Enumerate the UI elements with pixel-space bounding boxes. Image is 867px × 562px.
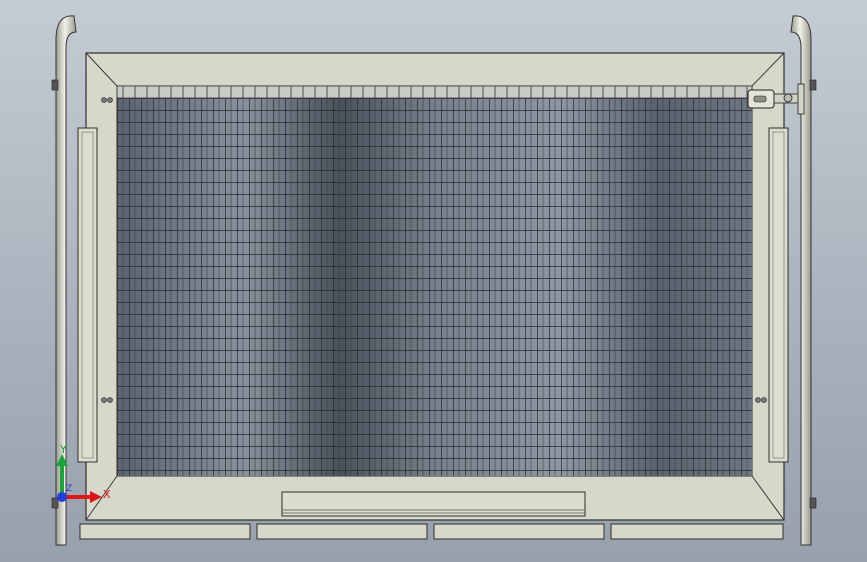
left-side-slot — [77, 127, 98, 463]
base-skids — [79, 523, 784, 540]
graphics-viewport[interactable]: Y X Z — [0, 0, 867, 562]
front-tray — [281, 491, 586, 517]
left-tube — [51, 15, 77, 546]
right-side-slot — [768, 127, 789, 463]
wire-mesh-panel — [116, 85, 753, 476]
y-axis-label: Y — [60, 443, 67, 456]
z-axis-label: Z — [66, 484, 73, 494]
cage-model-top-view[interactable] — [0, 0, 867, 562]
x-axis-label: X — [103, 488, 111, 501]
